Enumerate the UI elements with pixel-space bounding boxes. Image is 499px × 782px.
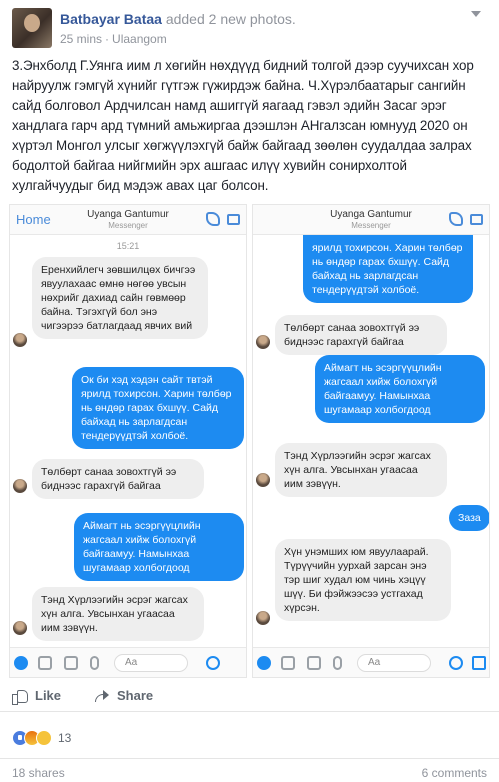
contact-avatar: [256, 335, 270, 349]
video-call-icon: [227, 214, 240, 225]
post-footer: 18 shares 6 comments: [0, 758, 499, 782]
microphone-icon: [90, 656, 99, 670]
contact-avatar: [13, 621, 27, 635]
microphone-icon: [333, 656, 342, 670]
post-text: 3.Энхболд Г.Уянга иим л хөгийн нөхдүүд б…: [12, 58, 474, 193]
contact-avatar: [13, 333, 27, 347]
contact-avatar: [13, 479, 27, 493]
plus-icon: [14, 656, 28, 670]
image-icon: [307, 656, 321, 670]
image-icon: [64, 656, 78, 670]
messenger-header: Home Uyanga Gantumur Messenger: [10, 205, 246, 235]
message-outgoing: Аймагт нь эсэргүүцлийн жагсаал хийж боло…: [74, 513, 244, 581]
author-line: Batbayar Bataa added 2 new photos.: [60, 11, 296, 27]
camera-icon: [38, 656, 52, 670]
message-outgoing: Ок би хэд хэдэн сайт твтэй ярилд тохирсо…: [72, 367, 244, 449]
message-incoming: Хүн унэмших юм явуулаарай. Түрүүчийн уур…: [275, 539, 451, 621]
share-label: Share: [117, 688, 154, 703]
emoji-icon: [449, 656, 463, 670]
share-arrow-icon: [94, 689, 110, 703]
contact-avatar: [256, 611, 270, 625]
message-outgoing: Заза: [449, 505, 489, 531]
post-action-bar: Like Share: [0, 684, 499, 712]
phone-icon: [449, 212, 463, 226]
thumbs-up-icon: [12, 689, 28, 705]
contact-avatar: [256, 473, 270, 487]
comments-count[interactable]: 6 comments: [422, 766, 487, 780]
photo-grid: Home Uyanga Gantumur Messenger 15:21 Ере…: [0, 204, 499, 678]
post-location[interactable]: Ulaangom: [112, 32, 167, 46]
plus-icon: [257, 656, 271, 670]
message-outgoing: ярилд тохирсон. Харин төлбөр нь өндөр га…: [303, 235, 473, 303]
thumbs-up-icon: [472, 656, 486, 670]
message-incoming: Еренхийлегч зөвшилцөх бичгээ явуулахаас …: [32, 257, 208, 339]
reaction-count: 13: [58, 731, 72, 745]
message-outgoing: Аймагт нь эсэргүүцлийн жагсаал хийж боло…: [315, 355, 485, 423]
post-header: Batbayar Bataa added 2 new photos. 25 mi…: [0, 0, 499, 50]
post-meta: 25 mins · Ulaangom: [60, 32, 167, 46]
reactions-summary[interactable]: 13: [12, 728, 71, 748]
meta-separator: ·: [105, 32, 110, 46]
chevron-down-icon[interactable]: [465, 8, 487, 22]
message-timestamp: 15:21: [116, 241, 140, 251]
phone-icon: [206, 212, 220, 226]
message-incoming: Төлбөрт санаа зовохтгүй ээ биднээс гарах…: [275, 315, 447, 355]
share-button[interactable]: Share: [94, 688, 153, 703]
author-avatar[interactable]: [12, 8, 52, 48]
message-input: Aa: [114, 654, 188, 672]
photo-right[interactable]: Uyanga Gantumur Messenger ярилд тохирсон…: [252, 204, 490, 678]
video-call-icon: [470, 214, 483, 225]
message-incoming: Тэнд Хүрлээгийн эсрэг жагсах хүн алга. У…: [275, 443, 447, 497]
camera-icon: [281, 656, 295, 670]
message-incoming: Тэнд Хүрлээгийн эсрэг жагсах хүн алга. У…: [32, 587, 204, 641]
shares-count[interactable]: 18 shares: [12, 766, 65, 780]
messenger-header: Uyanga Gantumur Messenger: [253, 205, 489, 235]
like-button[interactable]: Like: [12, 688, 62, 705]
photo-left[interactable]: Home Uyanga Gantumur Messenger 15:21 Ере…: [9, 204, 247, 678]
message-input: Aa: [357, 654, 431, 672]
like-label: Like: [35, 688, 62, 703]
post-action: added 2 new photos.: [165, 11, 296, 27]
emoji-icon: [206, 656, 220, 670]
sad-reaction-icon: [36, 730, 52, 746]
message-incoming: Төлбөрт санаа зовохтгүй ээ биднээс гарах…: [32, 459, 204, 499]
author-name[interactable]: Batbayar Bataa: [60, 11, 162, 27]
post-time[interactable]: 25 mins: [60, 32, 102, 46]
messenger-composer: Aa: [10, 647, 246, 677]
messenger-composer: Aa: [253, 647, 489, 677]
